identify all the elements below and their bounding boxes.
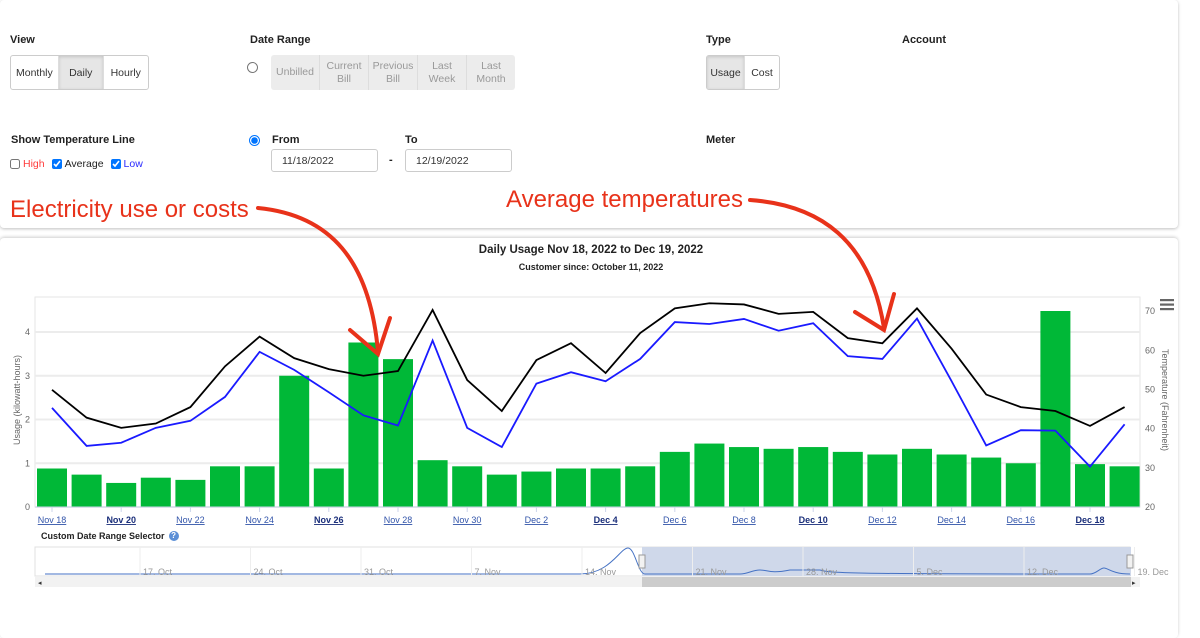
y2-tick-label: 40 <box>1145 424 1155 434</box>
temperature-line <box>51 302 1126 429</box>
usage-bar[interactable] <box>694 443 725 507</box>
x-tick-label[interactable]: Dec 16 <box>1007 515 1036 525</box>
usage-bar[interactable] <box>313 468 344 508</box>
y2-axis-title: Temperature (Fahrenheit) <box>1160 349 1170 451</box>
usage-bar[interactable] <box>383 359 413 507</box>
navigator-handle[interactable] <box>638 554 646 569</box>
usage-bar[interactable] <box>763 448 794 507</box>
y-tick-label: 4 <box>25 327 30 337</box>
y2-tick-label: 30 <box>1145 463 1155 473</box>
navigator-tick-label: 5. Dec <box>917 567 944 577</box>
x-tick-label[interactable]: Dec 14 <box>937 515 966 525</box>
scrollbar-thumb[interactable] <box>642 577 1131 587</box>
usage-bar[interactable] <box>625 466 656 507</box>
x-tick-label[interactable]: Nov 28 <box>384 515 413 525</box>
usage-chart: 0 1 2 3 4 20 30 40 50 60 70 Usage (kilowatt-hours) T… <box>12 296 1174 587</box>
x-tick-label[interactable]: Nov 20 <box>106 515 136 525</box>
usage-bar[interactable] <box>1109 466 1140 507</box>
y-tick-label: 3 <box>25 371 30 381</box>
usage-bar[interactable] <box>936 454 967 508</box>
usage-bar[interactable] <box>521 471 552 507</box>
usage-bar[interactable] <box>71 474 102 507</box>
usage-bar[interactable] <box>244 466 275 507</box>
x-tick-label[interactable]: Nov 24 <box>245 515 274 525</box>
usage-bar[interactable] <box>452 466 483 507</box>
navigator-tick-label: 24. Oct <box>254 567 284 577</box>
navigator-tick-label: 31. Oct <box>364 567 394 577</box>
y2-tick-label: 20 <box>1145 502 1155 512</box>
usage-bar[interactable] <box>348 342 379 508</box>
navigator-tick-label: 12. Dec <box>1027 567 1059 577</box>
navigator-tick-label: 14. Nov <box>585 567 617 577</box>
x-tick-label[interactable]: Nov 30 <box>453 515 482 525</box>
y-tick-label: 2 <box>25 415 30 425</box>
usage-bar[interactable] <box>106 482 137 507</box>
y2-tick-label: 60 <box>1145 345 1155 355</box>
y-axis-title: Usage (kilowatt-hours) <box>12 355 22 445</box>
navigator-tick-label: 7. Nov <box>475 567 502 577</box>
usage-bar[interactable] <box>37 468 67 508</box>
usage-bar[interactable] <box>140 477 171 507</box>
y-tick-label: 1 <box>25 458 30 468</box>
usage-bar[interactable] <box>659 451 690 507</box>
x-tick-label[interactable]: Nov 18 <box>38 515 67 525</box>
usage-bar[interactable] <box>971 457 1002 507</box>
navigator-tick-label: 28. Nov <box>806 567 838 577</box>
x-tick-label[interactable]: Dec 12 <box>868 515 897 525</box>
usage-bar[interactable] <box>832 451 863 507</box>
usage-bar[interactable] <box>279 375 310 507</box>
usage-bar[interactable] <box>210 466 240 507</box>
x-tick-label[interactable]: Dec 6 <box>663 515 687 525</box>
scroll-left-icon[interactable]: ◂ <box>38 580 42 587</box>
navigator-label: Custom Date Range Selector <box>41 531 165 541</box>
x-tick-label[interactable]: Dec 18 <box>1075 515 1104 525</box>
navigator-tick-label: 21. Nov <box>696 567 728 577</box>
usage-bar[interactable] <box>590 468 621 508</box>
x-tick-label[interactable]: Nov 22 <box>176 515 205 525</box>
usage-bar[interactable] <box>417 460 448 507</box>
x-tick-label[interactable]: Dec 2 <box>525 515 549 525</box>
usage-bar[interactable] <box>867 454 898 508</box>
navigator-handle[interactable] <box>1126 554 1134 569</box>
x-tick-label[interactable]: Dec 4 <box>594 515 618 525</box>
y2-tick-label: 70 <box>1145 306 1155 316</box>
help-icon[interactable]: ? <box>168 531 179 541</box>
usage-bar[interactable] <box>902 448 932 507</box>
usage-bar[interactable] <box>175 479 206 507</box>
usage-bar[interactable] <box>798 447 829 507</box>
usage-bar[interactable] <box>556 468 586 508</box>
hamburger-menu-icon[interactable] <box>1160 299 1174 311</box>
navigator-tick-label: 19. Dec <box>1138 567 1170 577</box>
navigator-tick-label: 17. Oct <box>143 567 173 577</box>
usage-bar[interactable] <box>486 474 517 507</box>
x-tick-label[interactable]: Nov 26 <box>314 515 344 525</box>
usage-bar[interactable] <box>729 447 759 507</box>
y-tick-label: 0 <box>25 502 30 512</box>
x-tick-label[interactable]: Dec 8 <box>732 515 756 525</box>
scroll-right-icon[interactable]: ▸ <box>1132 580 1136 587</box>
y2-tick-label: 50 <box>1145 384 1155 394</box>
annotation-temperature: Average temperatures <box>506 186 744 213</box>
navigator-label-row: Custom Date Range Selector ? <box>41 531 179 541</box>
x-tick-label[interactable]: Dec 10 <box>799 515 828 525</box>
usage-bar[interactable] <box>1005 463 1036 507</box>
temperature-line <box>51 316 1126 469</box>
usage-bar[interactable] <box>1075 464 1105 507</box>
annotation-usage: Electricity use or costs <box>10 196 249 223</box>
